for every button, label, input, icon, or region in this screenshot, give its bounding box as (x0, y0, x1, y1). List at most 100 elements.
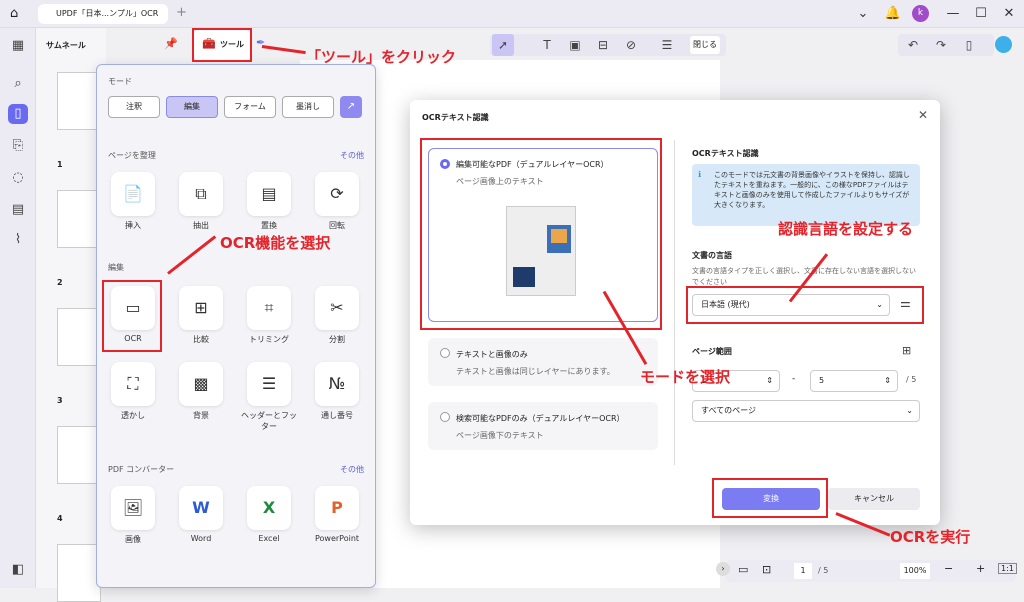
annotation-select-ocr: OCR機能を選択 (220, 234, 331, 252)
tool-header-footer[interactable]: ☰ ヘッダーとフッター (238, 362, 300, 432)
layers-icon[interactable]: ◧ (8, 560, 28, 580)
tool-background[interactable]: ▩ 背景 (170, 362, 232, 421)
convert-word[interactable]: W Word (170, 486, 232, 543)
cancel-button[interactable]: キャンセル (828, 488, 920, 510)
convert-powerpoint[interactable]: P PowerPoint (306, 486, 368, 543)
close-icon[interactable]: ✕ (918, 108, 928, 122)
watermark-icon[interactable]: ⊘ (620, 34, 642, 56)
annotation-run-ocr: OCRを実行 (890, 528, 971, 546)
link-icon[interactable]: ⊟ (592, 34, 614, 56)
mode-form[interactable]: フォーム (224, 96, 276, 118)
document-tab[interactable]: UPDF「日本...ンプル」OCR (38, 4, 168, 24)
range-total: / 5 (906, 375, 917, 384)
new-tab-icon[interactable]: + (176, 5, 187, 20)
search-icon[interactable]: ⌕ (8, 74, 28, 94)
page-icon[interactable]: ▯ (8, 104, 28, 124)
comment-icon[interactable]: ◌ (8, 168, 28, 188)
thumbnail-page[interactable] (57, 544, 101, 602)
range-dash: - (792, 374, 796, 384)
page-number: 2 (57, 278, 63, 287)
thumbnail-page[interactable] (57, 190, 101, 248)
tool-bates[interactable]: № 通し番号 (306, 362, 368, 421)
pin-icon[interactable]: 📌 (164, 37, 178, 50)
chevron-down-icon[interactable]: ⌄ (852, 4, 874, 24)
range-title: ページ範囲 (692, 347, 732, 356)
text-icon[interactable]: T (536, 34, 558, 56)
tool-replace[interactable]: ▤ 置換 (238, 172, 300, 231)
zoom-in-icon[interactable]: + (976, 562, 985, 575)
annotation-click-tool: 「ツール」をクリック (306, 48, 457, 66)
collapse-icon[interactable]: › (716, 562, 730, 576)
page-input[interactable]: 1 (794, 563, 812, 579)
bookmark-icon[interactable]: ⎘ (8, 136, 28, 156)
insert-icon: 📄 (111, 172, 155, 216)
ai-assistant-icon[interactable] (995, 36, 1012, 53)
mode-annotate[interactable]: 注釈 (108, 96, 160, 118)
presentation-icon[interactable]: ⊡ (762, 563, 771, 576)
lang-title: 文書の言語 (692, 251, 732, 260)
stamp-icon[interactable]: ▤ (8, 200, 28, 220)
organize-more-link[interactable]: その他 (340, 150, 364, 161)
external-link-icon[interactable]: ↗ (340, 96, 362, 118)
close-icon[interactable]: ✕ (998, 4, 1020, 24)
annotation-set-language: 認識言語を設定する (778, 220, 914, 238)
split-icon: ✂ (315, 286, 359, 330)
undo-icon[interactable]: ↶ (902, 34, 924, 56)
close-edit-button[interactable]: 閉じる (690, 36, 720, 54)
grid-icon[interactable]: ▦ (8, 36, 28, 56)
ocr-option-text-image[interactable] (428, 338, 658, 386)
image-icon[interactable]: ▣ (564, 34, 586, 56)
zoom-out-icon[interactable]: − (944, 562, 953, 575)
tool-crop[interactable]: ⌗ トリミング (238, 286, 300, 345)
zoom-level[interactable]: 100% (900, 563, 930, 579)
save-icon[interactable]: ▯ (958, 34, 980, 56)
tool-watermark[interactable]: ⛶ 透かし (102, 362, 164, 421)
header-footer-icon: ☰ (247, 362, 291, 406)
page-number: 3 (57, 396, 63, 405)
page-number: 4 (57, 514, 63, 523)
ocr-option-searchable[interactable] (428, 402, 658, 450)
mode-edit[interactable]: 編集 (166, 96, 218, 118)
excel-icon: X (247, 486, 291, 530)
bell-icon[interactable]: 🔔 (882, 4, 904, 24)
stepper-icon: ⇕ (884, 376, 891, 385)
attachment-icon[interactable]: ⌇ (8, 230, 28, 250)
radio-searchable[interactable] (440, 412, 450, 422)
thumbnail-page[interactable] (57, 426, 101, 484)
converter-more-link[interactable]: その他 (340, 464, 364, 475)
avatar[interactable]: k (912, 5, 929, 22)
home-icon[interactable]: ⌂ (10, 6, 18, 21)
tool-extract[interactable]: ⧉ 抽出 (170, 172, 232, 231)
cursor-icon[interactable]: ➚ (492, 34, 514, 56)
range-menu-icon[interactable]: ⊞ (902, 344, 911, 357)
redo-icon[interactable]: ↷ (930, 34, 952, 56)
title-bar: ⌂ UPDF「日本...ンプル」OCR + ⌄ 🔔 k — ☐ ✕ (0, 0, 1024, 28)
tool-insert[interactable]: 📄 挿入 (102, 172, 164, 231)
radio-text-image[interactable] (440, 348, 450, 358)
tool-split[interactable]: ✂ 分割 (306, 286, 368, 345)
actual-size-icon[interactable]: 1:1 (998, 563, 1017, 574)
tool-rotate[interactable]: ⟳ 回転 (306, 172, 368, 231)
range-to-input[interactable]: 5 ⇕ (810, 370, 898, 392)
reading-icon[interactable]: ▭ (738, 563, 748, 576)
mode-title: モード (108, 77, 132, 86)
thumbnail-page[interactable] (57, 72, 101, 130)
convert-image[interactable]: 🖼 画像 (102, 486, 164, 545)
settings-icon[interactable]: ☰ (656, 34, 678, 56)
option-desc: テキストと画像は同じレイヤーにあります。 (456, 367, 615, 376)
minimize-icon[interactable]: — (942, 4, 964, 24)
ocr-dialog-title: OCRテキスト認識 (422, 113, 489, 122)
highlight-ocr-tool (102, 280, 162, 352)
divider (674, 140, 675, 465)
rotate-icon: ⟳ (315, 172, 359, 216)
maximize-icon[interactable]: ☐ (970, 4, 992, 24)
mode-redact[interactable]: 墨消し (282, 96, 334, 118)
replace-icon: ▤ (247, 172, 291, 216)
tool-compare[interactable]: ⊞ 比較 (170, 286, 232, 345)
option-desc: ページ画像下のテキスト (456, 431, 544, 440)
image-icon: 🖼 (111, 486, 155, 530)
page-range-select[interactable]: すべてのページ ⌄ (692, 400, 920, 422)
thumbnail-page[interactable] (57, 308, 101, 366)
edit-title: 編集 (108, 263, 124, 272)
convert-excel[interactable]: X Excel (238, 486, 300, 543)
